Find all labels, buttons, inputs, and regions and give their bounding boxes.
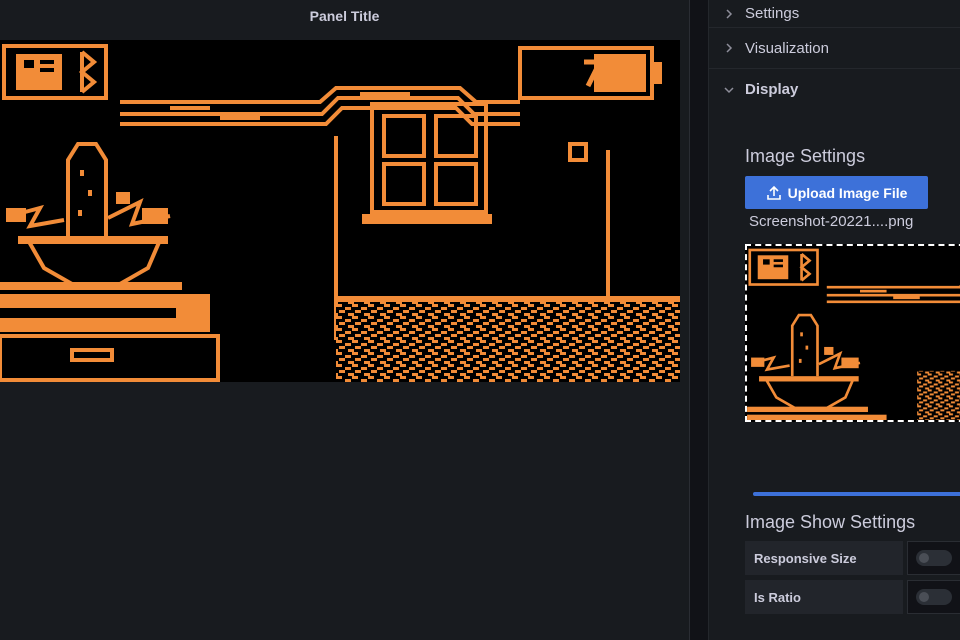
image-preview-thumbnail xyxy=(747,248,960,420)
image-preview[interactable] xyxy=(745,244,960,422)
is-ratio-toggle[interactable] xyxy=(916,589,952,605)
is-ratio-control xyxy=(907,580,960,614)
panel: Panel Title xyxy=(0,0,690,640)
sd-card-shape xyxy=(16,54,62,90)
chevron-down-icon xyxy=(723,84,735,96)
section-visualization-label: Visualization xyxy=(745,39,829,57)
bluetooth-shape xyxy=(78,50,98,94)
responsive-size-label: Responsive Size xyxy=(745,541,903,575)
responsive-size-toggle[interactable] xyxy=(916,550,952,566)
pixel-art-room-scene xyxy=(0,44,680,382)
cactus-shape xyxy=(66,142,108,236)
section-display[interactable]: Display xyxy=(709,69,960,110)
panel-header[interactable]: Panel Title xyxy=(0,0,689,32)
section-settings-label: Settings xyxy=(745,5,800,22)
section-settings[interactable]: Settings xyxy=(709,0,960,28)
toggle-knob xyxy=(919,592,929,602)
image-show-settings-title: Image Show Settings xyxy=(745,512,916,532)
image-settings-title: Image Settings xyxy=(745,146,866,166)
plant-bowl xyxy=(24,238,164,286)
chevron-right-icon xyxy=(723,42,735,54)
upload-image-label: Upload Image File xyxy=(787,184,908,201)
section-display-label: Display xyxy=(745,81,799,98)
uploaded-filename: Screenshot-20221....png xyxy=(749,213,914,230)
section-visualization[interactable]: Visualization xyxy=(709,28,960,69)
panel-image xyxy=(0,40,680,382)
wall-switch-shape xyxy=(568,142,588,162)
brick-floor xyxy=(336,302,680,382)
is-ratio-label: Is Ratio xyxy=(745,580,903,614)
chevron-right-icon xyxy=(723,8,735,20)
responsive-size-row: Responsive Size xyxy=(745,541,960,575)
is-ratio-row: Is Ratio xyxy=(745,580,960,614)
upload-image-button[interactable]: Upload Image File xyxy=(745,176,928,209)
options-pane: Settings Visualization Display Image Set… xyxy=(708,0,960,640)
panel-title[interactable]: Panel Title xyxy=(310,8,380,24)
toggle-knob xyxy=(919,553,929,563)
upload-icon xyxy=(766,185,781,200)
section-divider-bar xyxy=(753,492,960,496)
responsive-size-control xyxy=(907,541,960,575)
